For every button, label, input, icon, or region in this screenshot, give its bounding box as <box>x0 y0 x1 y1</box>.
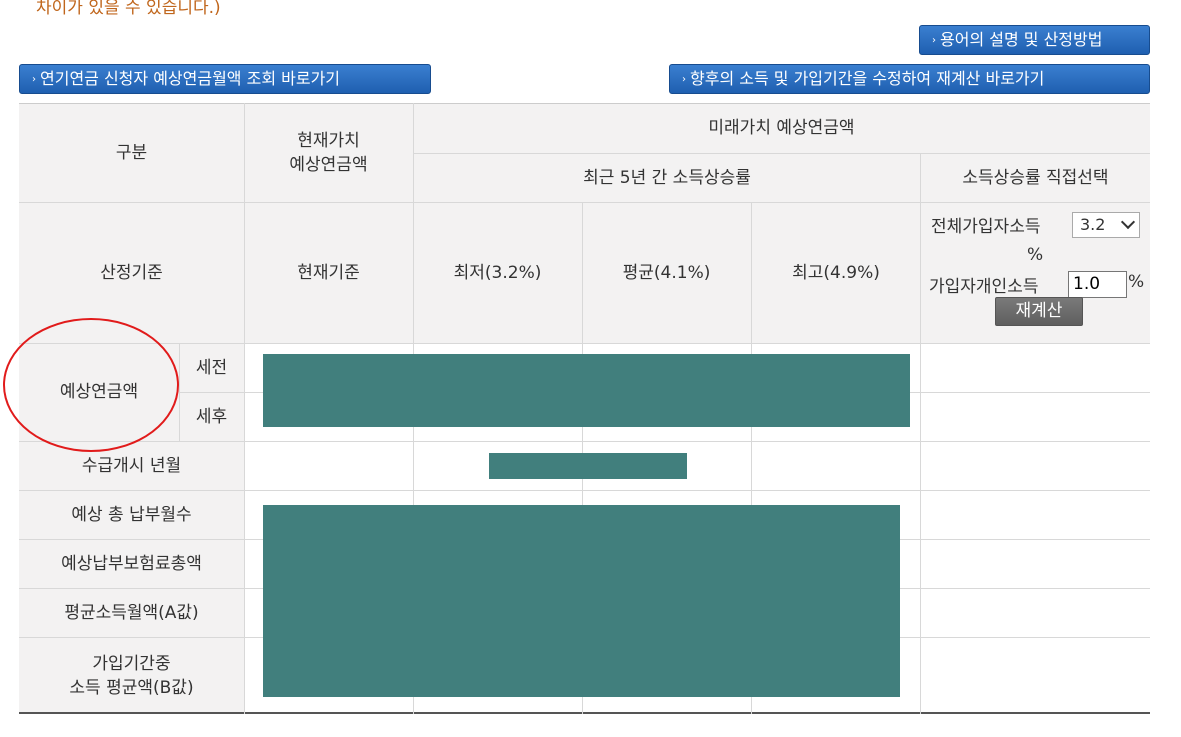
terms-explanation-label: 용어의 설명 및 산정방법 <box>940 30 1103 49</box>
annotation-circle <box>3 318 179 452</box>
total-months-label: 예상 총 납부월수 <box>19 490 244 539</box>
applicant-lookup-label: 연기연금 신청자 예상연금월액 조회 바로가기 <box>40 69 341 88</box>
avg-income-a-label: 평균소득월액(A값) <box>19 588 244 637</box>
grid-line <box>179 343 180 441</box>
avg-income-b-line2: 소득 평균액(B값) <box>69 677 194 698</box>
redacted-pension-values <box>263 354 910 427</box>
grid-line <box>920 153 921 714</box>
personal-income-percent: % <box>1128 272 1145 292</box>
header-recent-growth: 최근 5년 간 소득상승률 <box>413 153 921 202</box>
start-date-label: 수급개시 년월 <box>19 441 244 490</box>
personal-income-label: 가입자개인소득 <box>929 277 1039 297</box>
all-income-label: 전체가입자소득 <box>931 217 1041 237</box>
basis-high: 최고(4.9%) <box>751 202 921 343</box>
grid-line <box>19 490 1150 491</box>
header-present-value: 현재가치 예상연금액 <box>244 103 413 202</box>
avg-income-b-label: 가입기간중 소득 평균액(B값) <box>19 637 244 714</box>
arrow-right-icon: › <box>682 74 686 85</box>
arrow-right-icon: › <box>32 74 36 85</box>
arrow-right-icon: › <box>932 35 936 46</box>
post-tax-label: 세후 <box>179 392 244 441</box>
pre-tax-label: 세전 <box>179 343 244 392</box>
header-present-value-line1: 현재가치 <box>297 130 360 151</box>
header-future-value: 미래가치 예상연금액 <box>413 103 1150 153</box>
header-present-value-line2: 예상연금액 <box>289 154 368 175</box>
redacted-summary-values <box>263 505 900 697</box>
grid-line <box>244 103 245 714</box>
table-bottom-border <box>19 712 1150 714</box>
redacted-start-date <box>489 453 687 479</box>
basis-low: 최저(3.2%) <box>413 202 582 343</box>
notice-text: 차이가 있을 수 있습니다.) <box>36 0 221 18</box>
basis-avg: 평균(4.1%) <box>582 202 751 343</box>
grid-line <box>19 202 1150 203</box>
grid-line <box>19 441 1150 442</box>
recalculate-link-button[interactable]: › 향후의 소득 및 가입기간을 수정하여 재계산 바로가기 <box>669 64 1150 94</box>
terms-explanation-button[interactable]: › 용어의 설명 및 산정방법 <box>919 25 1150 55</box>
personal-income-input[interactable]: 1.0 <box>1068 271 1127 298</box>
all-income-select[interactable]: 3.2 <box>1072 212 1140 238</box>
applicant-lookup-button[interactable]: › 연기연금 신청자 예상연금월액 조회 바로가기 <box>19 64 431 94</box>
total-premium-label: 예상납부보험료총액 <box>19 539 244 588</box>
avg-income-b-line1: 가입기간중 <box>92 653 171 674</box>
header-direct-select: 소득상승률 직접선택 <box>921 153 1150 202</box>
all-income-percent: % <box>1027 245 1044 265</box>
table-top-border <box>19 103 1150 104</box>
basis-label: 산정기준 <box>19 202 244 343</box>
recalculate-button[interactable]: 재계산 <box>995 297 1083 326</box>
grid-line <box>19 343 1150 344</box>
pension-table: 구분 현재가치 예상연금액 미래가치 예상연금액 최근 5년 간 소득상승률 소… <box>19 103 1150 714</box>
grid-line <box>413 153 1150 154</box>
chevron-down-icon <box>1120 214 1136 230</box>
recalculate-link-label: 향후의 소득 및 가입기간을 수정하여 재계산 바로가기 <box>690 69 1045 88</box>
all-income-select-value: 3.2 <box>1080 215 1106 234</box>
basis-current: 현재기준 <box>244 202 413 343</box>
header-category: 구분 <box>19 103 244 202</box>
